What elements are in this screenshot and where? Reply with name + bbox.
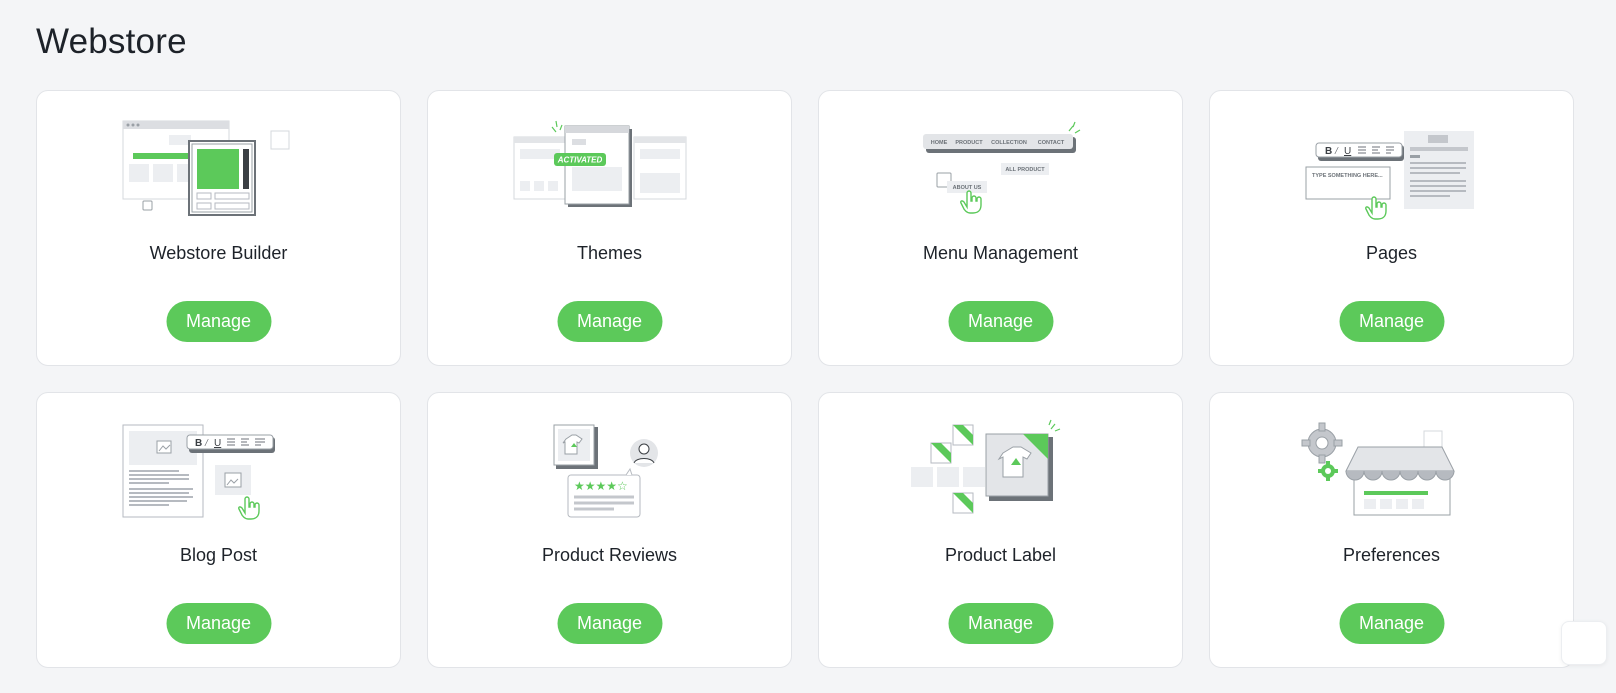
svg-text:B: B [1325, 146, 1332, 157]
card-title: Pages [1365, 243, 1418, 263]
card-themes: ACTIVATED Themes Manage [427, 90, 792, 366]
card-pages: B / U TYPE SOMETHING HERE... Pages Manag… [1209, 90, 1574, 366]
card-title: Preferences [1342, 545, 1441, 565]
chat-widget-button[interactable] [1561, 621, 1607, 665]
card-webstore-builder: Webstore Builder Manage [36, 90, 401, 366]
svg-text:PRODUCT: PRODUCT [955, 140, 983, 146]
card-title: Product Reviews [541, 545, 678, 565]
card-preferences: Preferences Manage [1209, 392, 1574, 668]
svg-text:HOME: HOME [930, 140, 947, 146]
product-reviews-icon: ★★★★☆ [510, 419, 710, 523]
svg-text:U: U [1344, 146, 1351, 157]
card-title: Blog Post [179, 545, 258, 565]
preferences-icon [1292, 419, 1492, 523]
page-title: Webstore [36, 22, 187, 61]
card-menu-management: HOME PRODUCT COLLECTION CONTACT ALL PROD… [818, 90, 1183, 366]
manage-themes-button[interactable]: Manage [557, 301, 662, 342]
card-grid: Webstore Builder Manage ACTIVATED Themes… [36, 90, 1574, 668]
card-blog-post: B / U Blog Post Manage [36, 392, 401, 668]
svg-text:★★★★☆: ★★★★☆ [574, 479, 628, 493]
svg-text:B: B [195, 438, 202, 449]
activated-badge: ACTIVATED [556, 156, 602, 165]
manage-webstore-builder-button[interactable]: Manage [166, 301, 271, 342]
svg-text:TYPE SOMETHING HERE...: TYPE SOMETHING HERE... [1312, 173, 1383, 179]
pages-icon: B / U TYPE SOMETHING HERE... [1292, 117, 1492, 221]
manage-product-label-button[interactable]: Manage [948, 603, 1053, 644]
svg-text:ABOUT US: ABOUT US [952, 185, 981, 191]
card-product-label: Product Label Manage [818, 392, 1183, 668]
svg-text:CONTACT: CONTACT [1037, 140, 1064, 146]
manage-blog-post-button[interactable]: Manage [166, 603, 271, 644]
svg-text:ALL PRODUCT: ALL PRODUCT [1005, 167, 1045, 173]
webstore-builder-icon [119, 117, 319, 221]
card-product-reviews: ★★★★☆ Product Reviews Manage [427, 392, 792, 668]
themes-icon: ACTIVATED [510, 117, 710, 221]
svg-text:COLLECTION: COLLECTION [991, 140, 1027, 146]
svg-text:U: U [214, 438, 221, 449]
menu-management-icon: HOME PRODUCT COLLECTION CONTACT ALL PROD… [901, 117, 1101, 221]
card-title: Product Label [944, 545, 1057, 565]
manage-preferences-button[interactable]: Manage [1339, 603, 1444, 644]
card-title: Menu Management [922, 243, 1079, 263]
product-label-icon [901, 419, 1101, 523]
card-title: Themes [576, 243, 643, 263]
manage-menu-management-button[interactable]: Manage [948, 301, 1053, 342]
card-title: Webstore Builder [149, 243, 288, 263]
manage-product-reviews-button[interactable]: Manage [557, 603, 662, 644]
blog-post-icon: B / U [119, 419, 319, 523]
manage-pages-button[interactable]: Manage [1339, 301, 1444, 342]
